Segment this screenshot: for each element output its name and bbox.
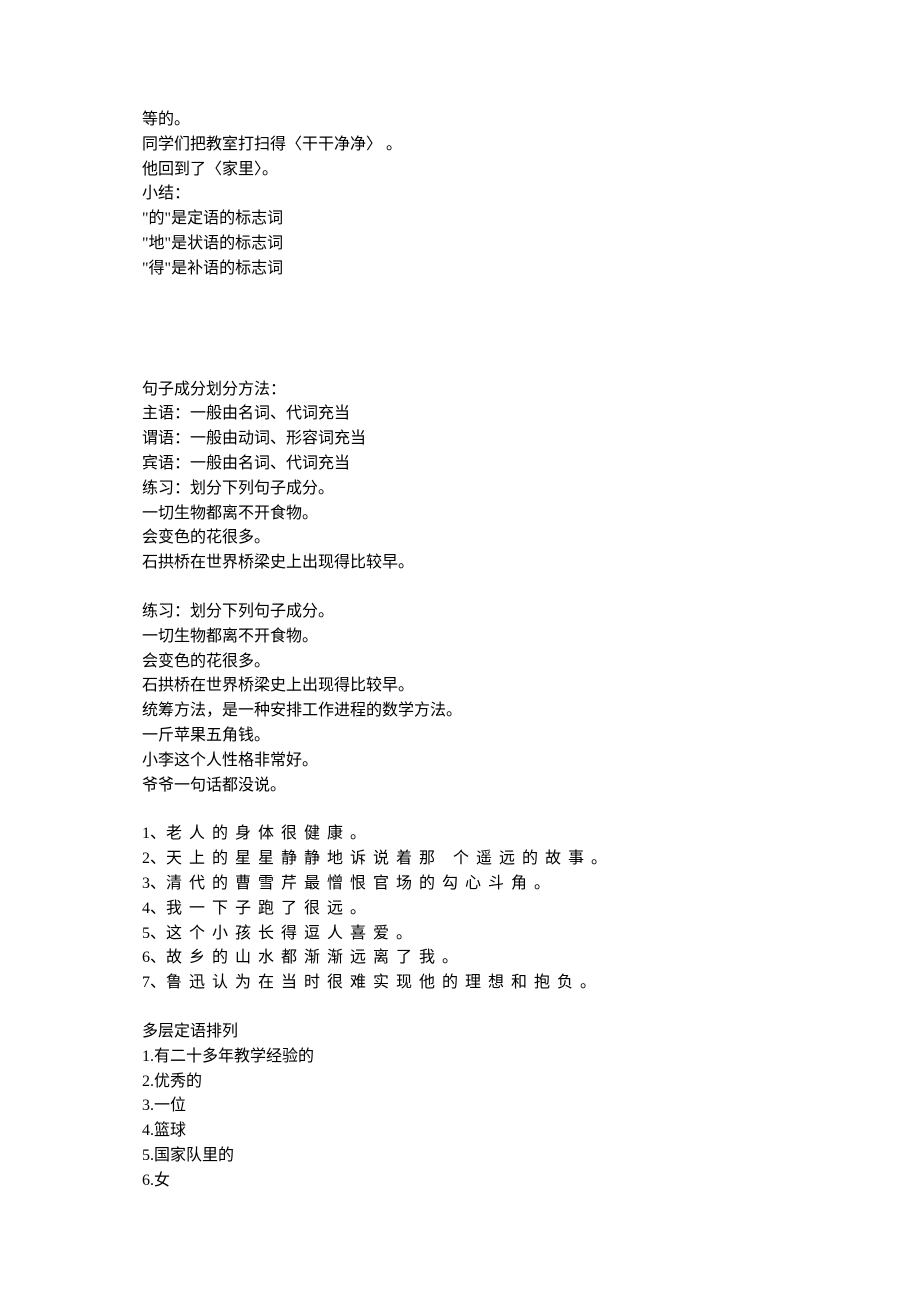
text-line: 石拱桥在世界桥梁史上出现得比较早。 (142, 551, 778, 576)
paragraph-block-2: 句子成分划分方法： 主语：一般由名词、代词充当 谓语：一般由动词、形容词充当 宾… (142, 378, 778, 576)
spacer (142, 798, 778, 822)
list-number: 3、 (142, 875, 166, 892)
text-line: 主语：一般由名词、代词充当 (142, 402, 778, 427)
list-number: 5、 (142, 925, 166, 942)
list-text: 清代的曹雪芹最憎恨官场的勾心斗角。 (166, 875, 557, 892)
list-item: 6、故乡的山水都渐渐远离了我。 (142, 946, 778, 971)
text-line: "得"是补语的标志词 (142, 257, 778, 282)
spacer (142, 996, 778, 1020)
list-item: 5、这个小孩长得逗人喜爱。 (142, 922, 778, 947)
text-line: 练习：划分下列句子成分。 (142, 477, 778, 502)
text-line: 小李这个人性格非常好。 (142, 749, 778, 774)
text-line: 谓语：一般由动词、形容词充当 (142, 427, 778, 452)
paragraph-block-3: 练习：划分下列句子成分。 一切生物都离不开食物。 会变色的花很多。 石拱桥在世界… (142, 600, 778, 798)
text-line: 会变色的花很多。 (142, 650, 778, 675)
list-number: 1、 (142, 825, 166, 842)
text-line: 多层定语排列 (142, 1020, 778, 1045)
list-number: 2、 (142, 850, 166, 867)
list-item: 2、天上的星星静静地诉说着那 个遥远的故事。 (142, 847, 778, 872)
text-line: 5.国家队里的 (142, 1144, 778, 1169)
text-line: 6.女 (142, 1169, 778, 1194)
text-line: 2.优秀的 (142, 1070, 778, 1095)
text-line: 一切生物都离不开食物。 (142, 502, 778, 527)
text-line: "地"是状语的标志词 (142, 232, 778, 257)
paragraph-block-1: 等的。 同学们把教室打扫得〈干干净净〉 。 他回到了〈家里〉。 小结： "的"是… (142, 108, 778, 282)
list-number: 6、 (142, 949, 166, 966)
text-line: 等的。 (142, 108, 778, 133)
list-number: 7、 (142, 974, 166, 991)
text-line: 同学们把教室打扫得〈干干净净〉 。 (142, 133, 778, 158)
text-line: 练习：划分下列句子成分。 (142, 600, 778, 625)
text-line: 他回到了〈家里〉。 (142, 158, 778, 183)
list-number: 4、 (142, 900, 166, 917)
list-item: 3、清代的曹雪芹最憎恨官场的勾心斗角。 (142, 872, 778, 897)
text-line: 一切生物都离不开食物。 (142, 625, 778, 650)
text-line: 宾语：一般由名词、代词充当 (142, 452, 778, 477)
list-text: 故乡的山水都渐渐远离了我。 (166, 949, 465, 966)
text-line: 爷爷一句话都没说。 (142, 774, 778, 799)
text-line: 小结： (142, 182, 778, 207)
document-page: 等的。 同学们把教室打扫得〈干干净净〉 。 他回到了〈家里〉。 小结： "的"是… (0, 0, 920, 1293)
list-item: 4、我一下子跑了很远。 (142, 897, 778, 922)
spacer (142, 576, 778, 600)
list-text: 这个小孩长得逗人喜爱。 (166, 925, 419, 942)
list-text: 天上的星星静静地诉说着那 个遥远的故事。 (166, 850, 614, 867)
text-line: 1.有二十多年教学经验的 (142, 1045, 778, 1070)
list-text: 我一下子跑了很远。 (166, 900, 373, 917)
spacer (142, 282, 778, 378)
text-line: "的"是定语的标志词 (142, 207, 778, 232)
text-line: 会变色的花很多。 (142, 526, 778, 551)
text-line: 石拱桥在世界桥梁史上出现得比较早。 (142, 674, 778, 699)
text-line: 句子成分划分方法： (142, 378, 778, 403)
paragraph-block-5: 多层定语排列 1.有二十多年教学经验的 2.优秀的 3.一位 4.篮球 5.国家… (142, 1020, 778, 1194)
text-line: 统筹方法，是一种安排工作进程的数学方法。 (142, 699, 778, 724)
list-item: 7、鲁迅认为在当时很难实现他的理想和抱负。 (142, 971, 778, 996)
text-line: 一斤苹果五角钱。 (142, 724, 778, 749)
text-line: 3.一位 (142, 1094, 778, 1119)
text-line: 4.篮球 (142, 1119, 778, 1144)
list-item: 1、老人的身体很健康。 (142, 822, 778, 847)
list-text: 鲁迅认为在当时很难实现他的理想和抱负。 (166, 974, 603, 991)
list-text: 老人的身体很健康。 (166, 825, 373, 842)
numbered-list: 1、老人的身体很健康。 2、天上的星星静静地诉说着那 个遥远的故事。 3、清代的… (142, 822, 778, 996)
